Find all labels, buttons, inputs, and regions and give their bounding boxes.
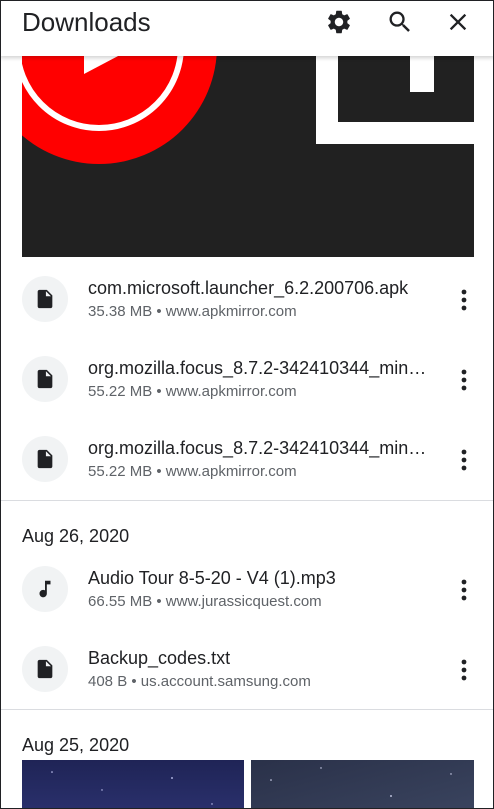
file-meta: 408 B • us.account.samsung.com [88,673,311,690]
page-title: Downloads [22,7,151,37]
file-meta: 66.55 MB • www.jurassicquest.com [88,593,322,610]
file-name: com.microsoft.launcher_6.2.200706.apk [88,278,409,298]
night-sky-image [251,760,474,809]
date-header: Aug 26, 2020 [22,526,130,546]
file-name: org.mozilla.focus_8.7.2-342410344_minAPI… [88,438,438,458]
file-icon [22,276,68,322]
more-vert-icon[interactable] [452,442,476,478]
file-icon [22,436,68,482]
more-vert-icon[interactable] [452,362,476,398]
file-meta: 55.22 MB • www.apkmirror.com [88,383,297,400]
file-meta: 35.38 MB • www.apkmirror.com [88,303,297,320]
more-vert-icon[interactable] [452,652,476,688]
more-vert-icon[interactable] [452,282,476,318]
image-thumbnail[interactable] [251,760,474,809]
date-header: Aug 25, 2020 [22,735,130,755]
file-name: Backup_codes.txt [88,648,231,668]
file-icon [22,356,68,402]
app-artwork-image [22,56,474,257]
list-item[interactable]: Backup_codes.txt 408 B • us.account.sams… [0,636,494,706]
file-name: org.mozilla.focus_8.7.2-342410344_minAPI… [88,358,438,378]
list-item[interactable]: org.mozilla.focus_8.7.2-342410344_minAPI… [0,426,494,496]
list-item[interactable]: Audio Tour 8-5-20 - V4 (1).mp3 66.55 MB … [0,556,494,626]
file-meta: 55.22 MB • www.apkmirror.com [88,463,297,480]
music-note-icon [22,566,68,612]
file-name: Audio Tour 8-5-20 - V4 (1).mp3 [88,568,336,588]
downloads-list[interactable]: com.microsoft.launcher_6.2.200706.apk 35… [0,56,494,809]
list-item[interactable]: org.mozilla.focus_8.7.2-342410344_minAPI… [0,346,494,416]
close-icon[interactable] [442,6,474,38]
section-divider [0,709,494,710]
file-icon [22,646,68,692]
more-vert-icon[interactable] [452,572,476,608]
list-item[interactable]: com.microsoft.launcher_6.2.200706.apk 35… [0,266,494,336]
top-app-bar: Downloads [0,0,494,56]
night-sky-image [22,760,244,809]
image-thumbnail[interactable] [22,760,244,809]
image-thumbnail[interactable] [22,56,474,257]
section-divider [0,500,494,501]
gear-icon[interactable] [323,6,355,38]
search-icon[interactable] [384,6,416,38]
